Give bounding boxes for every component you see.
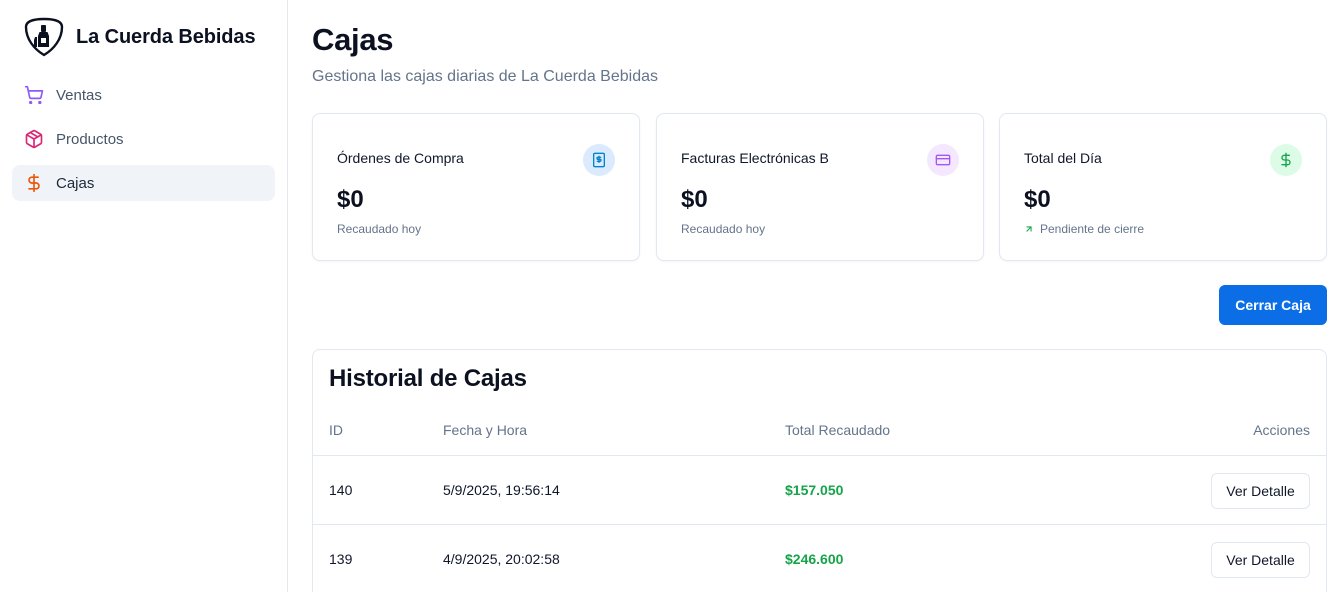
row-id: 140 (329, 482, 353, 498)
brand-name: La Cuerda Bebidas (76, 25, 256, 48)
sidebar: La Cuerda Bebidas Ventas Productos Cajas (0, 0, 288, 592)
card-note: Recaudado hoy (337, 222, 422, 236)
row-total: $246.600 (785, 551, 844, 567)
electronic-invoices-card: Facturas Electrónicas B $0 Recaudado hoy (656, 113, 984, 261)
brand[interactable]: La Cuerda Bebidas (24, 17, 256, 57)
card-note: Pendiente de cierre (1024, 222, 1144, 236)
view-detail-button[interactable]: Ver Detalle (1211, 542, 1310, 578)
column-header-id: ID (329, 422, 343, 438)
bottle-shield-logo-icon (24, 17, 64, 57)
sidebar-item-label: Cajas (56, 174, 95, 192)
row-id: 139 (329, 551, 353, 567)
column-header-datetime: Fecha y Hora (443, 422, 528, 438)
page-subtitle: Gestiona las cajas diarias de La Cuerda … (312, 68, 658, 85)
sidebar-nav: Ventas Productos Cajas (12, 77, 275, 209)
day-total-card: Total del Día $0 Pendiente de cierre (999, 113, 1327, 261)
card-value: $0 (681, 186, 708, 213)
sidebar-item-ventas[interactable]: Ventas (12, 77, 275, 113)
sidebar-item-label: Ventas (56, 86, 102, 104)
card-title: Facturas Electrónicas B (681, 150, 829, 166)
credit-card-icon (927, 144, 959, 176)
arrow-up-right-icon (1024, 224, 1034, 234)
card-note: Recaudado hoy (681, 222, 766, 236)
page-title: Cajas (312, 22, 394, 57)
receipt-dollar-icon (583, 144, 615, 176)
row-total: $157.050 (785, 482, 844, 498)
history-title: Historial de Cajas (329, 365, 527, 392)
sidebar-item-cajas[interactable]: Cajas (12, 165, 275, 201)
column-header-total: Total Recaudado (785, 422, 891, 438)
dollar-sign-icon (1270, 144, 1302, 176)
view-detail-button[interactable]: Ver Detalle (1211, 473, 1310, 509)
card-title: Órdenes de Compra (337, 150, 464, 166)
card-title: Total del Día (1024, 150, 1102, 166)
table-row: 139 4/9/2025, 20:02:58 $246.600 Ver Deta… (313, 525, 1326, 592)
package-icon (24, 129, 44, 149)
card-value: $0 (337, 186, 364, 213)
sidebar-item-label: Productos (56, 130, 124, 148)
sidebar-item-productos[interactable]: Productos (12, 121, 275, 157)
table-header: ID Fecha y Hora Total Recaudado Acciones (313, 420, 1326, 456)
column-header-actions: Acciones (1253, 422, 1310, 438)
table-row: 140 5/9/2025, 19:56:14 $157.050 Ver Deta… (313, 456, 1326, 525)
row-datetime: 4/9/2025, 20:02:58 (443, 551, 560, 567)
purchase-orders-card: Órdenes de Compra $0 Recaudado hoy (312, 113, 640, 261)
row-datetime: 5/9/2025, 19:56:14 (443, 482, 560, 498)
register-history-panel: Historial de Cajas ID Fecha y Hora Total… (312, 349, 1327, 592)
card-value: $0 (1024, 186, 1051, 213)
close-register-button[interactable]: Cerrar Caja (1219, 285, 1327, 325)
shopping-cart-icon (24, 85, 44, 105)
dollar-sign-icon (24, 173, 44, 193)
